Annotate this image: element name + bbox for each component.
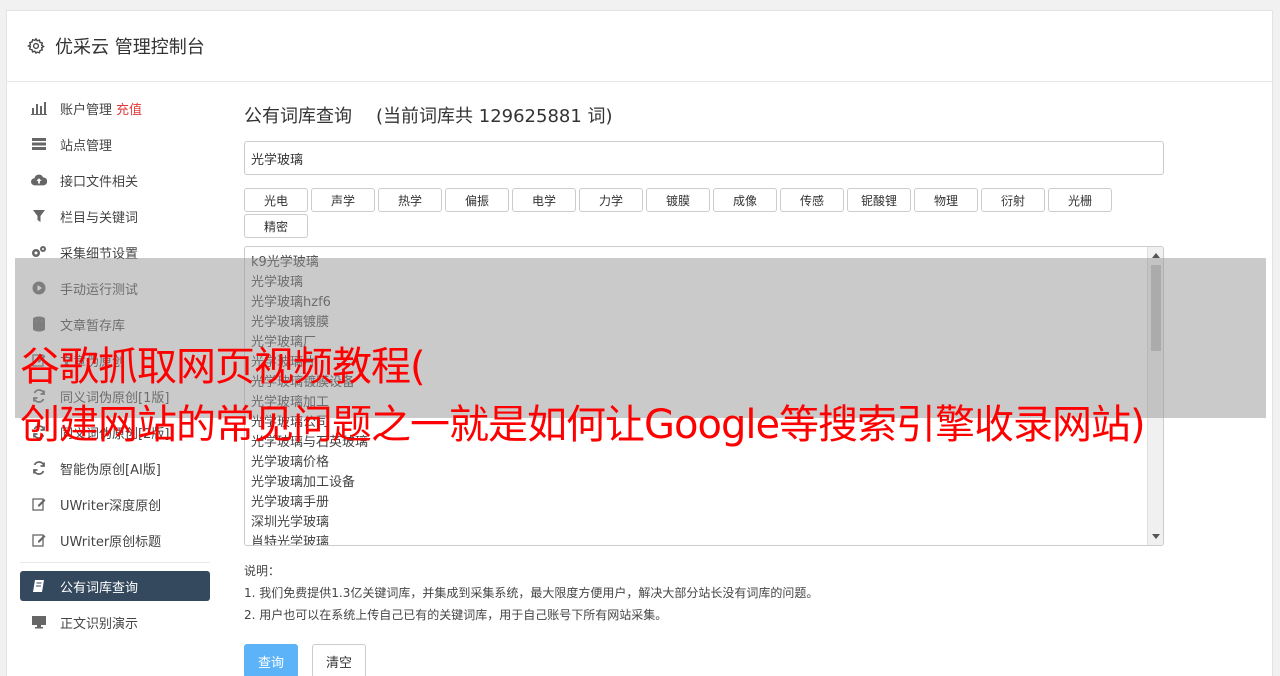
sidebar-item-label: UWriter深度原创 [60, 498, 162, 514]
tag-list: 光电 声学 热学 偏振 电学 力学 镀膜 成像 传感 铌酸锂 物理 衍射 光栅 … [244, 188, 1124, 240]
gear-icon [27, 37, 45, 55]
watermark-line-1: 谷歌抓取网页视频教程( [20, 344, 426, 390]
filter-icon [31, 208, 47, 224]
query-button[interactable]: 查询 [244, 644, 298, 676]
sidebar-item-label: 智能伪原创[AI版] [60, 462, 161, 478]
note-line: 1. 我们免费提供1.3亿关键词库，并集成到采集系统，最大限度方便用户，解决大部… [244, 586, 819, 600]
list-item: 光学玻璃手册 [251, 495, 330, 510]
cloud-upload-icon [31, 172, 47, 188]
thesaurus-count: (当前词库共 129625881 词) [376, 106, 613, 127]
actions: 查询 清空 [244, 644, 1164, 676]
edit-icon [31, 532, 47, 548]
list-item: 光学玻璃加工设备 [251, 475, 356, 490]
bar-chart-icon [31, 100, 47, 116]
book-icon [31, 578, 47, 594]
sidebar-item-public-thesaurus[interactable]: 公有词库查询 [20, 571, 210, 601]
list-item: 深圳光学玻璃 [251, 515, 330, 530]
tag-button[interactable]: 物理 [914, 188, 978, 212]
tag-button[interactable]: 铌酸锂 [847, 188, 911, 212]
server-icon [31, 136, 47, 152]
keyword-search-input[interactable] [244, 141, 1164, 175]
tag-button[interactable]: 传感 [780, 188, 844, 212]
sidebar-item-label: UWriter原创标题 [60, 534, 162, 550]
watermark-overlay [15, 258, 1266, 418]
sidebar-item-label: 接口文件相关 [60, 174, 139, 190]
header: 优采云 管理控制台 [7, 11, 1272, 82]
sidebar-item-uwriter-deep[interactable]: UWriter深度原创 [20, 486, 210, 522]
edit-icon [31, 496, 47, 512]
tag-button[interactable]: 光栅 [1048, 188, 1112, 212]
sidebar-item-label: 栏目与关键词 [60, 210, 139, 226]
sidebar-item-account[interactable]: 账户管理 充值 [20, 90, 210, 126]
page-title: 公有词库查询 (当前词库共 129625881 词) [244, 100, 1164, 130]
sidebar-item-label: 公有词库查询 [60, 580, 139, 596]
sidebar-item-label: 正文识别演示 [60, 616, 139, 632]
tag-button[interactable]: 精密 [244, 214, 308, 238]
notes: 说明： 1. 我们免费提供1.3亿关键词库，并集成到采集系统，最大限度方便用户，… [244, 560, 1164, 626]
refresh-icon [31, 460, 47, 476]
sidebar-item-ai-pseudo-original[interactable]: 智能伪原创[AI版] [20, 450, 210, 486]
tag-button[interactable]: 成像 [713, 188, 777, 212]
sidebar-item-label: 账户管理 [60, 102, 113, 118]
notes-title: 说明： [244, 564, 281, 578]
recharge-link[interactable]: 充值 [116, 99, 142, 118]
app-title: 优采云 管理控制台 [55, 37, 205, 58]
note-line: 2. 用户也可以在系统上传自己已有的关键词库，用于自己账号下所有网站采集。 [244, 608, 668, 622]
tag-button[interactable]: 电学 [512, 188, 576, 212]
tag-button[interactable]: 衍射 [981, 188, 1045, 212]
tag-button[interactable]: 偏振 [445, 188, 509, 212]
tag-button[interactable]: 声学 [311, 188, 375, 212]
list-item: 光学玻璃价格 [251, 455, 330, 470]
sidebar-item-columns-keywords[interactable]: 栏目与关键词 [20, 198, 210, 234]
tag-button[interactable]: 力学 [579, 188, 643, 212]
sidebar-divider [20, 562, 210, 563]
sidebar-item-interface-files[interactable]: 接口文件相关 [20, 162, 210, 198]
tag-button[interactable]: 热学 [378, 188, 442, 212]
clear-button[interactable]: 清空 [312, 644, 366, 676]
desktop-icon [31, 614, 47, 630]
list-item: 肖特光学玻璃 [251, 535, 330, 546]
tag-button[interactable]: 光电 [244, 188, 308, 212]
sidebar-item-uwriter-title[interactable]: UWriter原创标题 [20, 522, 210, 558]
sidebar-item-sites[interactable]: 站点管理 [20, 126, 210, 162]
sidebar-item-label: 站点管理 [60, 138, 113, 154]
sidebar-item-text-recognition[interactable]: 正文识别演示 [20, 604, 210, 640]
tag-button[interactable]: 镀膜 [646, 188, 710, 212]
scroll-down-icon[interactable] [1152, 534, 1160, 539]
watermark-line-2: 创建网站的常见问题之一就是如何让Google等搜索引擎收录网站) [20, 402, 1146, 448]
page-title-text: 公有词库查询 [244, 106, 352, 127]
